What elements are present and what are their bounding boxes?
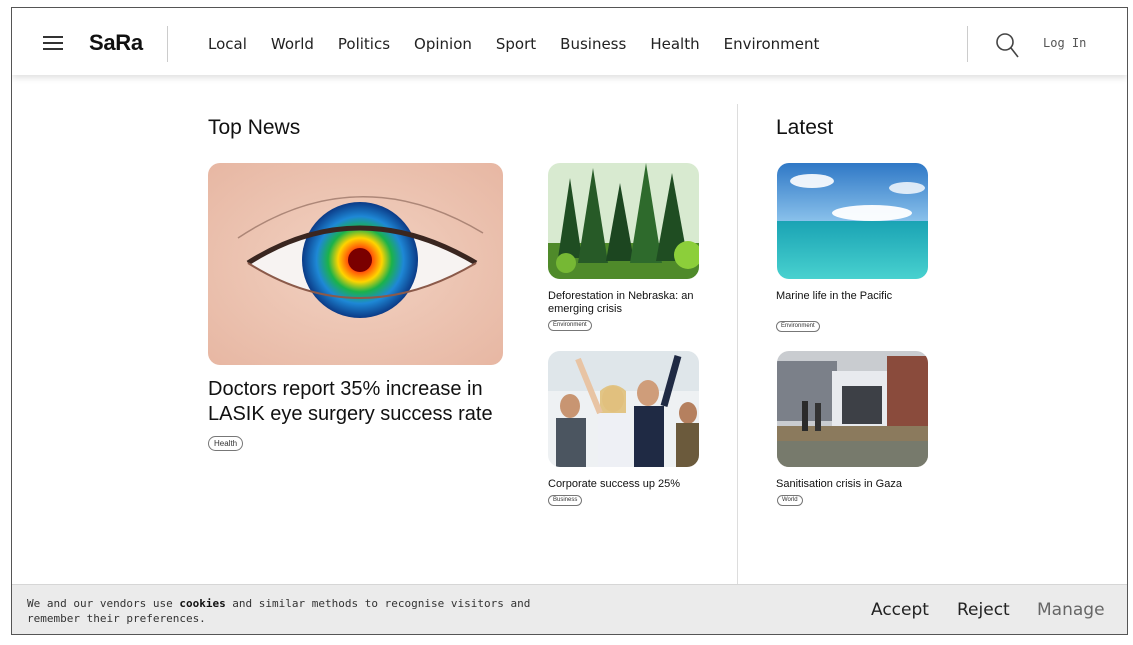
side-story-2-image[interactable] <box>548 351 699 467</box>
latest-story-1-tag[interactable]: Environment <box>776 321 820 332</box>
cookies-link[interactable]: cookies <box>179 597 225 610</box>
nav-item-health[interactable]: Health <box>650 35 699 53</box>
nav-item-world[interactable]: World <box>271 35 314 53</box>
feature-story-image[interactable] <box>208 163 503 365</box>
accept-button[interactable]: Accept <box>871 600 929 620</box>
page-frame: SaRa Local World Politics Opinion Sport … <box>11 7 1128 635</box>
refugee-camp-image <box>777 351 928 467</box>
login-link[interactable]: Log In <box>1043 36 1086 50</box>
nav-item-business[interactable]: Business <box>560 35 626 53</box>
side-story-1-image[interactable] <box>548 163 699 279</box>
ocean-image <box>777 163 928 279</box>
main-nav: Local World Politics Opinion Sport Busin… <box>208 35 843 53</box>
latest-story-1-headline[interactable]: Marine life in the Pacific <box>776 290 931 303</box>
header-divider-right <box>967 26 968 62</box>
nav-item-local[interactable]: Local <box>208 35 247 53</box>
hamburger-menu-icon[interactable] <box>43 36 63 50</box>
reject-button[interactable]: Reject <box>957 600 1010 620</box>
latest-story-2-image[interactable] <box>777 351 928 467</box>
latest-story-2-tag[interactable]: World <box>777 495 803 506</box>
nav-item-opinion[interactable]: Opinion <box>414 35 472 53</box>
cookie-consent-bar: We and our vendors use cookies and simil… <box>12 584 1127 634</box>
nav-item-sport[interactable]: Sport <box>496 35 536 53</box>
cookie-text-part: We and our vendors use <box>27 597 180 610</box>
feature-story-tag[interactable]: Health <box>208 436 244 451</box>
celebrating-team-image <box>548 351 699 467</box>
header-divider <box>167 26 168 62</box>
manage-button[interactable]: Manage <box>1037 600 1105 620</box>
eye-closeup-image <box>208 163 503 365</box>
top-news-title: Top News <box>208 116 301 139</box>
feature-story-headline[interactable]: Doctors report 35% increase in LASIK eye… <box>208 377 508 427</box>
latest-story-2-headline[interactable]: Sanitisation crisis in Gaza <box>776 478 931 491</box>
side-story-2-headline[interactable]: Corporate success up 25% <box>548 478 703 491</box>
side-story-1-tag[interactable]: Environment <box>548 320 592 331</box>
latest-title: Latest <box>776 116 834 139</box>
cookie-consent-text: We and our vendors use cookies and simil… <box>27 596 547 626</box>
nav-item-environment[interactable]: Environment <box>724 35 820 53</box>
latest-story-1-image[interactable] <box>777 163 928 279</box>
side-story-1-headline[interactable]: Deforestation in Nebraska: an emerging c… <box>548 290 703 316</box>
side-story-2-tag[interactable]: Business <box>548 495 583 506</box>
nav-item-politics[interactable]: Politics <box>338 35 390 53</box>
forest-image <box>548 163 699 279</box>
column-divider <box>737 104 738 584</box>
site-header: SaRa Local World Politics Opinion Sport … <box>12 8 1127 75</box>
search-icon[interactable] <box>995 32 1019 58</box>
site-logo[interactable]: SaRa <box>89 30 143 56</box>
